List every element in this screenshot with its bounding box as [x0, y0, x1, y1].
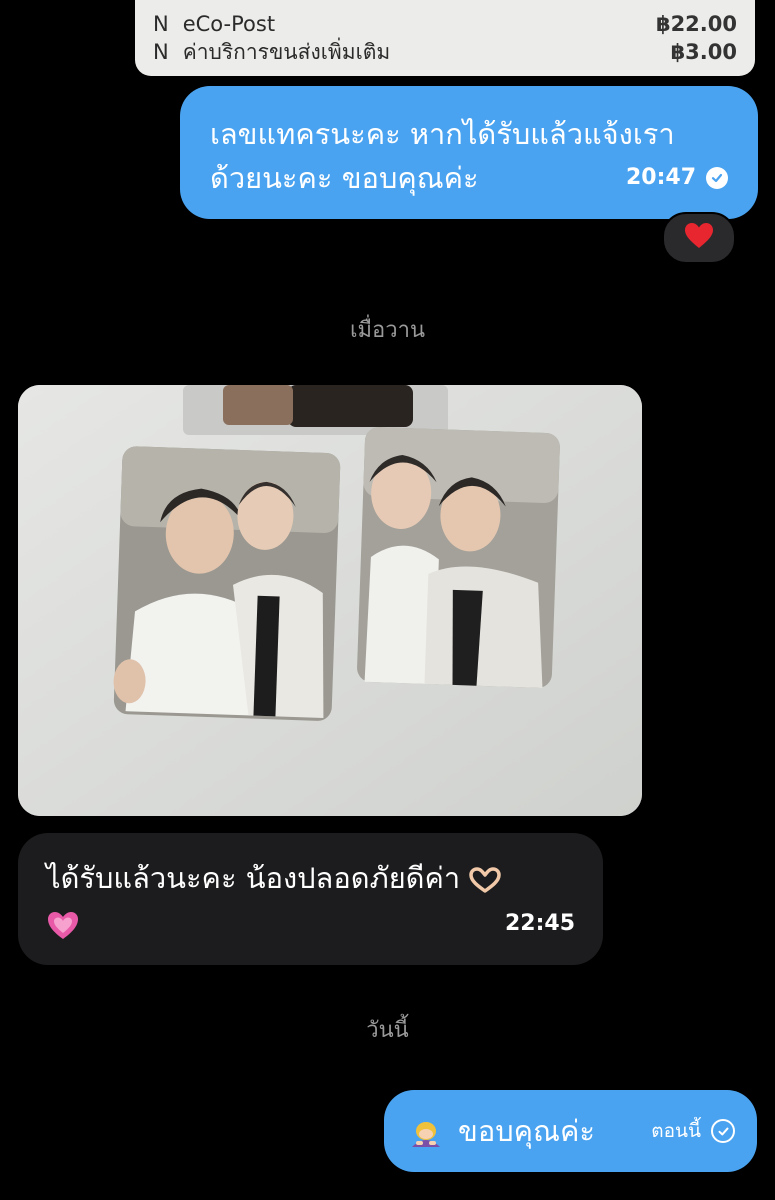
- incoming-message-bubble[interactable]: ได้รับแล้วนะคะ น้องปลอดภัยดีค่า 22:45: [18, 833, 603, 965]
- check-circle-outline-icon: [711, 1119, 735, 1143]
- message-text-line: ด้วยนะคะ ขอบคุณค่ะ: [210, 161, 479, 195]
- message-time: 20:47: [625, 165, 696, 190]
- receipt-amount: ฿3.00: [670, 40, 737, 64]
- receipt-image[interactable]: NeCo-Post ฿22.00 N ค่าบริการขนส่งเพิ่มเติ…: [135, 0, 755, 76]
- receipt-row: NeCo-Post ฿22.00: [153, 10, 737, 38]
- receipt-code: N: [153, 12, 169, 36]
- receipt-amount: ฿22.00: [655, 12, 737, 36]
- check-circle-filled-icon: [706, 167, 728, 189]
- receipt-label: ค่าบริการขนส่งเพิ่มเติม: [182, 40, 391, 64]
- message-meta: 20:47: [626, 156, 728, 200]
- red-heart-icon: [684, 222, 714, 254]
- message-text: ขอบคุณค่ะ: [458, 1114, 595, 1148]
- person-bowing-icon: [406, 1111, 446, 1151]
- heart-hands-icon: [469, 861, 502, 895]
- outgoing-message-bubble[interactable]: เลขแทครนะคะ หากได้รับแล้วแจ้งเรา ด้วยนะค…: [180, 86, 758, 219]
- receipt-label: eCo-Post: [182, 12, 276, 36]
- message-text-line: เลขแทครนะคะ หากได้รับแล้วแจ้งเรา: [210, 117, 675, 151]
- receipt-code: N: [153, 40, 169, 64]
- date-divider: วันนี้: [366, 1018, 409, 1043]
- pink-heart-icon: [46, 901, 80, 947]
- outgoing-message-bubble[interactable]: ขอบคุณค่ะ ตอนนี้: [384, 1090, 757, 1172]
- date-divider: เมื่อวาน: [350, 318, 425, 343]
- message-reaction[interactable]: [662, 212, 736, 264]
- message-text-line: ได้รับแล้วนะคะ น้องปลอดภัยดีค่า: [46, 861, 461, 895]
- message-time: ตอนนี้: [651, 1120, 701, 1142]
- message-time: 22:45: [504, 911, 575, 936]
- photocards-image[interactable]: [18, 385, 642, 816]
- receipt-row: N ค่าบริการขนส่งเพิ่มเติม ฿3.00: [153, 38, 737, 66]
- message-meta: ตอนนี้: [651, 1116, 735, 1146]
